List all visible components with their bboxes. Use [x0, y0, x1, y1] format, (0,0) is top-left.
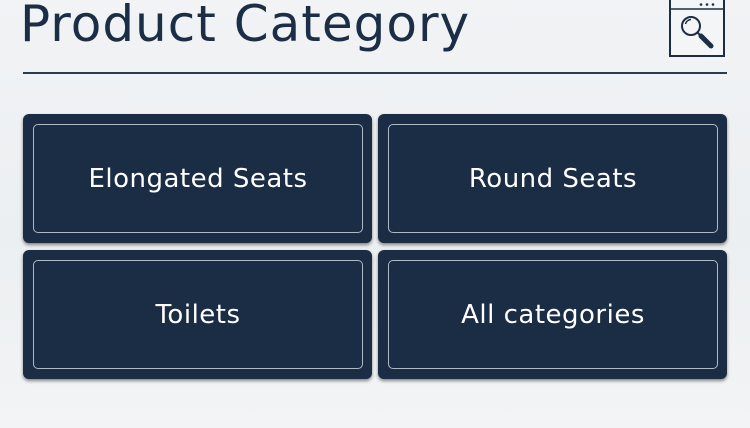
header-divider: [23, 72, 727, 74]
page-title: Product Category: [20, 0, 471, 53]
category-all-categories-button[interactable]: All categories: [378, 250, 727, 379]
category-round-seats-button[interactable]: Round Seats: [378, 114, 727, 243]
category-tile-frame: Toilets: [33, 260, 363, 369]
search-icon: [671, 3, 723, 49]
category-tile-frame: All categories: [388, 260, 718, 369]
search-button[interactable]: [669, 0, 725, 57]
category-label: Elongated Seats: [88, 163, 308, 194]
category-label: Toilets: [155, 299, 241, 330]
page: Product Category Elongated Seats Round S…: [0, 0, 750, 428]
category-toilets-button[interactable]: Toilets: [23, 250, 372, 379]
category-elongated-seats-button[interactable]: Elongated Seats: [23, 114, 372, 243]
category-label: All categories: [461, 299, 645, 330]
category-tile-frame: Elongated Seats: [33, 124, 363, 233]
category-label: Round Seats: [468, 163, 638, 194]
category-tile-frame: Round Seats: [388, 124, 718, 233]
